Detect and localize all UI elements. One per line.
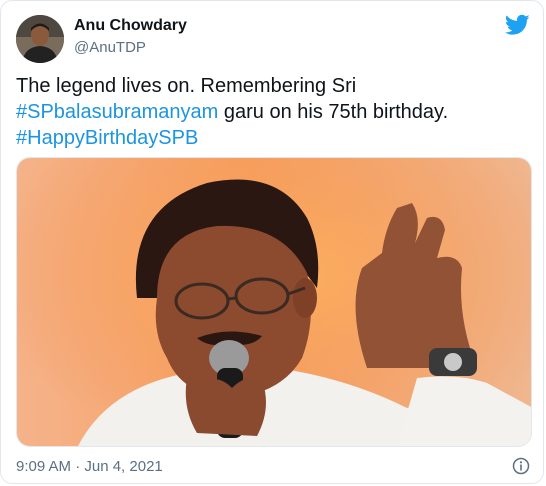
tweet-text: The legend lives on. Remembering Sri #SP… bbox=[16, 73, 532, 151]
tweet-card: Anu Chowdary @AnuTDP The legend lives on… bbox=[0, 0, 544, 484]
hashtag-happybirthdayspb[interactable]: #HappyBirthdaySPB bbox=[16, 127, 198, 149]
tweet-photo[interactable] bbox=[16, 157, 532, 447]
tweet-timestamp[interactable]: 9:09 AM · Jun 4, 2021 bbox=[16, 458, 163, 475]
twitter-bird-icon[interactable] bbox=[504, 14, 530, 36]
tweet-line-3: #HappyBirthdaySPB bbox=[16, 125, 532, 151]
avatar[interactable] bbox=[16, 15, 64, 63]
tweet-line-1: The legend lives on. Remembering Sri bbox=[16, 75, 357, 97]
tweet-line-2-text: garu on his 75th birthday. bbox=[218, 101, 449, 123]
tweet-line-2: #SPbalasubramanyam garu on his 75th birt… bbox=[16, 99, 532, 125]
author-name[interactable]: Anu Chowdary bbox=[74, 17, 187, 35]
author-handle[interactable]: @AnuTDP bbox=[74, 39, 146, 56]
info-icon[interactable] bbox=[512, 457, 530, 475]
hashtag-spbalasubramanyam[interactable]: #SPbalasubramanyam bbox=[16, 101, 218, 123]
